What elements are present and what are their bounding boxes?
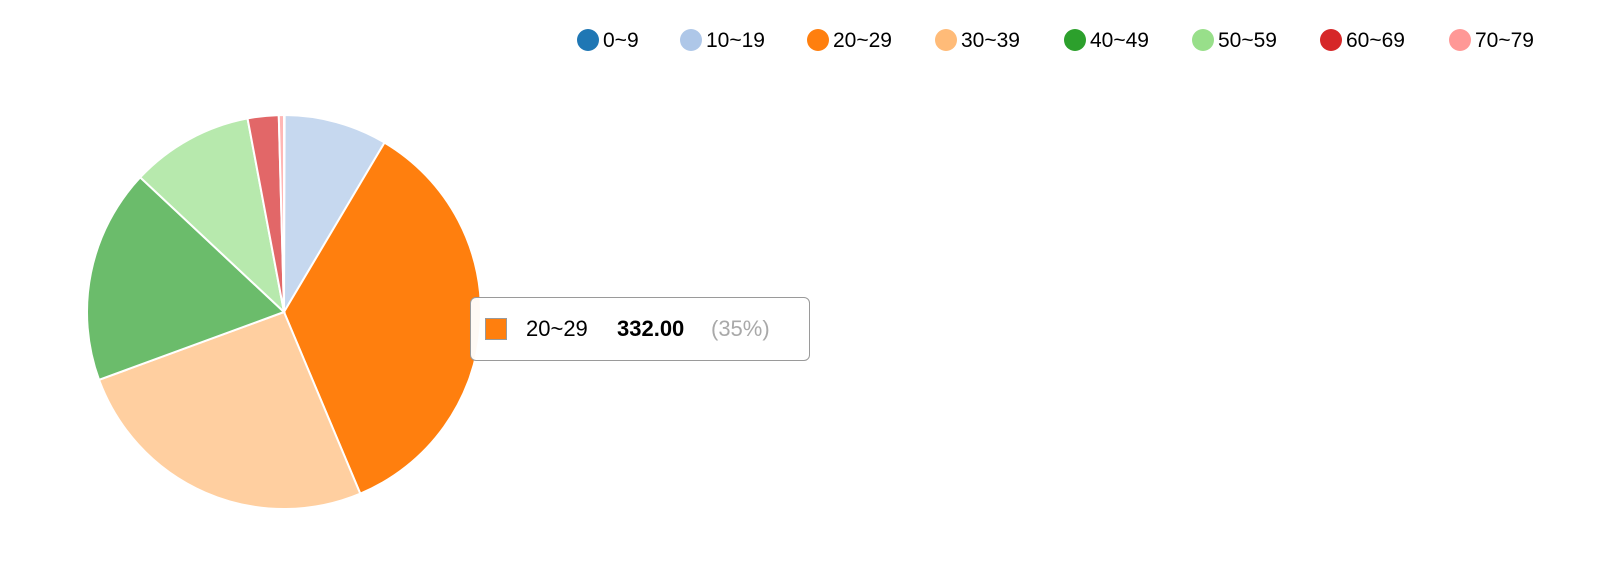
tooltip-percent: (35%) <box>711 316 770 341</box>
legend-item-0~9[interactable]: 0~9 <box>577 29 639 52</box>
tooltip-label: 20~29 <box>526 316 588 341</box>
legend-item-70~79[interactable]: 70~79 <box>1449 29 1534 52</box>
legend-item-10~19[interactable]: 10~19 <box>680 29 765 52</box>
legend-label-0~9: 0~9 <box>603 29 639 52</box>
pie-slices <box>86 113 482 510</box>
legend-marker-0~9 <box>577 29 599 51</box>
legend-item-40~49[interactable]: 40~49 <box>1064 29 1149 52</box>
legend-marker-10~19 <box>680 29 702 51</box>
legend-item-20~29[interactable]: 20~29 <box>807 29 892 52</box>
legend-label-30~39: 30~39 <box>961 29 1020 52</box>
legend-item-30~39[interactable]: 30~39 <box>935 29 1020 52</box>
legend-item-60~69[interactable]: 60~69 <box>1320 29 1405 52</box>
legend-marker-30~39 <box>935 29 957 51</box>
chart-tooltip: 20~29 332.00 (35%) <box>470 297 810 361</box>
legend-marker-50~59 <box>1192 29 1214 51</box>
legend-marker-70~79 <box>1449 29 1471 51</box>
legend-label-40~49: 40~49 <box>1090 29 1149 52</box>
legend-marker-40~49 <box>1064 29 1086 51</box>
legend-label-60~69: 60~69 <box>1346 29 1405 52</box>
legend-label-10~19: 10~19 <box>706 29 765 52</box>
legend-item-50~59[interactable]: 50~59 <box>1192 29 1277 52</box>
legend-label-50~59: 50~59 <box>1218 29 1277 52</box>
tooltip-value: 332.00 <box>617 316 685 341</box>
chart-legend: 0~9 10~19 20~29 30~39 40~49 50~59 60~69 70~79 <box>577 29 1534 52</box>
legend-label-70~79: 70~79 <box>1475 29 1534 52</box>
legend-marker-20~29 <box>807 29 829 51</box>
legend-marker-60~69 <box>1320 29 1342 51</box>
legend-label-20~29: 20~29 <box>833 29 892 52</box>
tooltip-color-swatch <box>485 318 507 340</box>
pie-chart: 0~9 10~19 20~29 30~39 40~49 50~59 60~69 70~79 <box>86 29 1534 510</box>
